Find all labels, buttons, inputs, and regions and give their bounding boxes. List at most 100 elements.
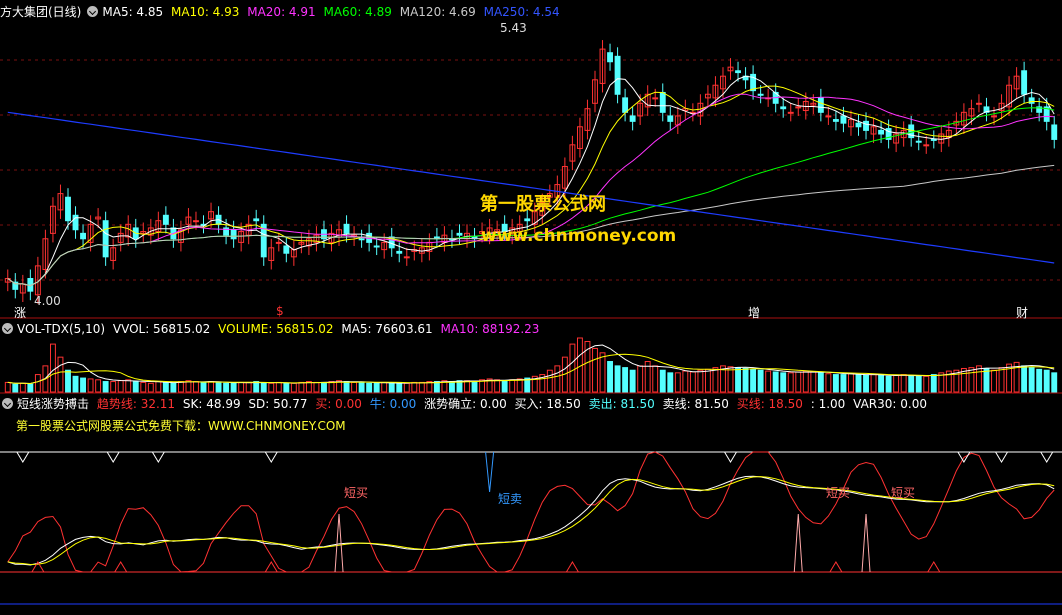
volume-bar	[509, 379, 516, 393]
volume-bar	[19, 382, 26, 393]
volume-bar	[65, 369, 71, 393]
signal-short-buy: 短买	[826, 486, 851, 500]
candle-down	[735, 70, 741, 74]
low-price-label: 4.00	[34, 294, 61, 308]
volume-bar	[810, 371, 817, 393]
buy-triangle-marker	[565, 561, 579, 573]
buy-triangle-marker	[829, 561, 843, 573]
collapse-icon[interactable]	[2, 323, 13, 334]
volume-bar	[735, 367, 741, 393]
volume-bar	[825, 373, 832, 393]
volume-bar	[245, 381, 252, 393]
volume-readout: VOLUME: 56815.02	[218, 322, 334, 336]
candle-down	[667, 115, 674, 122]
candle-down	[614, 55, 621, 95]
candle-down	[622, 97, 629, 113]
volume-bar	[12, 383, 19, 393]
volume-bar	[546, 369, 553, 393]
candle-up	[403, 256, 410, 259]
volume-bar	[900, 374, 907, 393]
volume-bar	[976, 365, 982, 393]
volume-bar	[403, 382, 410, 393]
date-marker-cai[interactable]: 财	[1016, 304, 1028, 321]
trend-line	[7, 451, 1055, 573]
volume-bar	[659, 369, 666, 393]
sell-triangle-marker	[106, 451, 120, 463]
candle-down	[80, 232, 86, 240]
buy-line-readout: 买线: 18.50	[736, 397, 803, 411]
volume-bar	[80, 377, 86, 393]
volume-bar	[162, 381, 169, 393]
short-sell-spike	[485, 451, 495, 493]
volume-bar	[200, 381, 207, 393]
candle-down	[230, 229, 237, 240]
volume-bar	[1036, 368, 1043, 393]
signal-short-buy: 短买	[344, 486, 369, 500]
volume-bar	[268, 382, 275, 393]
buy-in-readout: 买入: 18.50	[514, 397, 581, 411]
volume-bar	[622, 367, 629, 393]
volume-bar	[4, 381, 11, 393]
short-buy-spike	[793, 513, 803, 573]
volume-bar	[878, 374, 885, 393]
sd-readout: SD: 50.77	[248, 397, 308, 411]
volume-bar	[674, 372, 681, 393]
volume-bar	[780, 372, 787, 393]
candle-down	[855, 122, 862, 128]
watermark-url: www.chnmoney.com	[481, 226, 677, 246]
volume-bar	[381, 381, 388, 393]
date-marker-zeng[interactable]: 增	[748, 304, 760, 321]
date-marker-dollar[interactable]: $	[276, 304, 284, 318]
vol-ma10-readout: MA10: 88192.23	[440, 322, 540, 336]
watermark-title: 第一股票公式网	[480, 194, 606, 215]
sell-triangle-marker	[16, 451, 30, 463]
stock-title: 方大集团(日线)	[0, 5, 82, 19]
candle-down	[840, 115, 847, 124]
date-marker-zhang[interactable]: 涨	[14, 304, 26, 321]
volume-bar	[629, 369, 636, 393]
volume-bar	[652, 365, 659, 393]
candle-down	[102, 220, 109, 258]
volume-bar	[57, 356, 64, 393]
volume-bar	[396, 382, 403, 393]
vvol-readout: VVOL: 56815.02	[112, 322, 211, 336]
indicator-header: 短线涨势搏击 趋势线: 32.11 SK: 48.99 SD: 50.77 买:…	[0, 395, 931, 413]
volume-bar	[471, 381, 478, 393]
sell-out-readout: 卖出: 81.50	[588, 397, 655, 411]
sell-triangle-marker	[1040, 451, 1054, 463]
ma5-readout: MA5: 4.85	[102, 5, 164, 19]
volume-bar	[449, 381, 455, 393]
collapse-icon[interactable]	[87, 6, 99, 17]
volume-bar	[930, 374, 937, 393]
volume-bar	[95, 379, 102, 393]
ma60-readout: MA60: 4.89	[323, 5, 392, 19]
candle-down	[930, 138, 937, 141]
candle-down	[456, 232, 463, 236]
indicator-name: 短线涨势搏击	[17, 397, 90, 411]
volume-bar	[494, 379, 501, 393]
candle-up	[275, 241, 282, 244]
volume-bar	[712, 367, 719, 393]
volume-bar	[49, 343, 56, 393]
sell-triangle-marker	[724, 451, 737, 463]
volume-bar	[689, 371, 696, 393]
volume-bar	[388, 382, 395, 393]
collapse-icon[interactable]	[2, 398, 13, 409]
volume-bar	[772, 371, 779, 393]
candle-up	[991, 115, 997, 118]
ma250-readout: MA250: 4.54	[483, 5, 560, 19]
volume-bar	[373, 382, 380, 393]
volume-bar	[893, 374, 900, 393]
volume-bar	[915, 375, 922, 393]
volume-bar	[132, 381, 139, 393]
volume-bar	[313, 381, 320, 393]
volume-bar	[208, 381, 214, 393]
kline-chart[interactable]	[0, 0, 1062, 615]
volume-bar	[102, 381, 109, 393]
candle-up	[976, 102, 982, 105]
var30-readout: VAR30: 0.00	[853, 397, 927, 411]
candle-down	[1028, 97, 1035, 104]
vol-ma5-readout: MA5: 76603.61	[341, 322, 433, 336]
candle-down	[863, 120, 869, 131]
candle-down	[283, 245, 290, 254]
